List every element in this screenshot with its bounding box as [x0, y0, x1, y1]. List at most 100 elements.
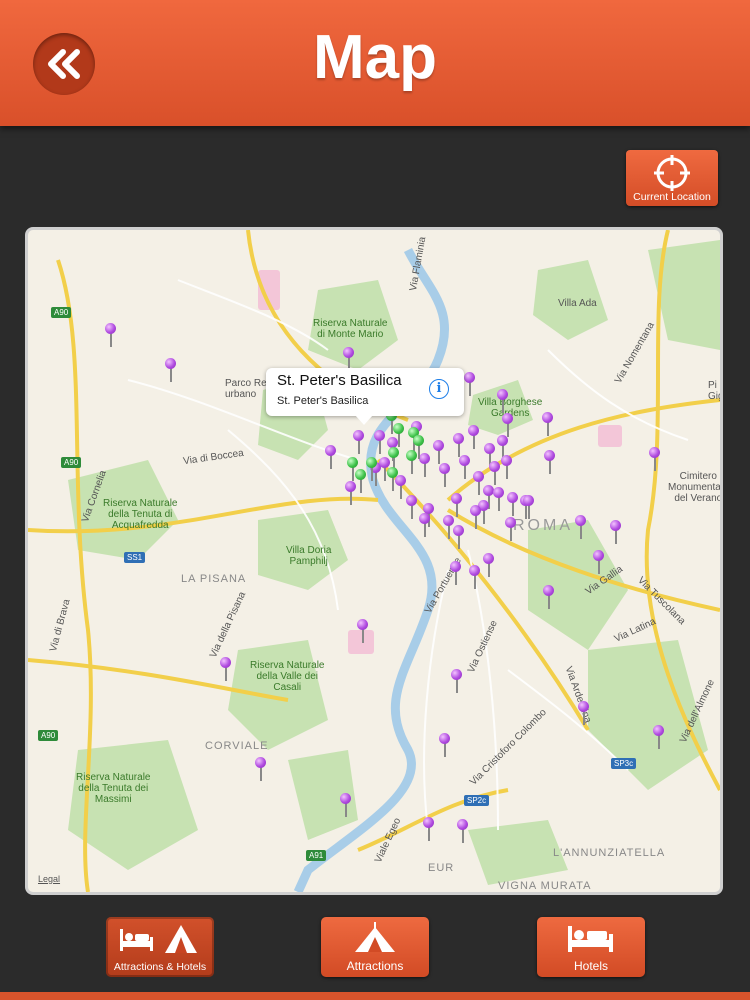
- attraction-pin[interactable]: [523, 495, 534, 521]
- pin-stem: [502, 399, 504, 413]
- attraction-pin[interactable]: [470, 505, 481, 531]
- tab-attractions-hotels[interactable]: Attractions & Hotels: [106, 917, 214, 977]
- attraction-pin[interactable]: [255, 757, 266, 783]
- current-location-button[interactable]: Current Location: [626, 150, 718, 206]
- header-bar: Map: [0, 0, 750, 126]
- attraction-pin[interactable]: [578, 701, 589, 727]
- current-location-label: Current Location: [633, 191, 711, 203]
- map-label: L'ANNUNZIATELLA: [553, 847, 666, 859]
- map-frame: Via Flaminia Villa Ada Riserva Naturale …: [25, 227, 723, 895]
- attraction-pin[interactable]: [443, 515, 454, 541]
- attraction-pin[interactable]: [423, 817, 434, 843]
- map-view[interactable]: Via Flaminia Villa Ada Riserva Naturale …: [28, 230, 720, 892]
- pin-head: [489, 461, 500, 472]
- pin-head: [502, 413, 513, 424]
- hotel-pin[interactable]: [393, 423, 404, 449]
- tab-label: Hotels: [573, 959, 608, 973]
- attraction-pin[interactable]: [451, 669, 462, 695]
- pin-stem: [462, 829, 464, 843]
- bottom-accent-bar: [0, 992, 750, 1000]
- pin-head: [497, 389, 508, 400]
- attraction-pin[interactable]: [464, 372, 475, 398]
- pin-stem: [379, 440, 381, 454]
- attraction-pin[interactable]: [419, 513, 430, 539]
- road-shield: SP2c: [464, 795, 490, 806]
- tab-hotels[interactable]: Hotels: [537, 917, 645, 977]
- attraction-pin[interactable]: [450, 561, 461, 587]
- pin-head: [355, 469, 366, 480]
- attraction-pin[interactable]: [165, 358, 176, 384]
- hotel-pin[interactable]: [366, 457, 377, 483]
- attraction-pin[interactable]: [493, 487, 504, 513]
- pin-stem: [654, 457, 656, 471]
- pin-stem: [360, 479, 362, 493]
- pin-stem: [362, 629, 364, 643]
- attraction-pin[interactable]: [544, 450, 555, 476]
- pin-stem: [424, 523, 426, 537]
- road-shield: SS1: [124, 552, 146, 563]
- hotel-pin[interactable]: [355, 469, 366, 495]
- attraction-pin[interactable]: [469, 565, 480, 591]
- pin-stem: [615, 530, 617, 544]
- attraction-pin[interactable]: [439, 463, 450, 489]
- tent-icon: [355, 922, 395, 952]
- attraction-pin[interactable]: [357, 619, 368, 645]
- attraction-pin[interactable]: [507, 492, 518, 518]
- hotel-pin[interactable]: [413, 435, 424, 461]
- map-label: Parco Re urbano: [225, 378, 267, 400]
- pin-head: [501, 455, 512, 466]
- info-icon[interactable]: i: [429, 379, 449, 399]
- attraction-pin[interactable]: [575, 515, 586, 541]
- pin-stem: [400, 485, 402, 499]
- attraction-pin[interactable]: [325, 445, 336, 471]
- attraction-pin[interactable]: [453, 525, 464, 551]
- legal-link[interactable]: Legal: [38, 874, 60, 884]
- pin-stem: [428, 827, 430, 841]
- attraction-pin[interactable]: [459, 455, 470, 481]
- pin-stem: [384, 467, 386, 481]
- pin-head: [593, 550, 604, 561]
- bed-icon: [568, 926, 613, 952]
- attraction-pin[interactable]: [610, 520, 621, 546]
- attraction-pin[interactable]: [105, 323, 116, 349]
- pin-stem: [358, 440, 360, 454]
- road-shield: A90: [61, 457, 82, 468]
- attraction-pin[interactable]: [653, 725, 664, 751]
- map-label: Riserva Naturale di Monte Mario: [313, 318, 388, 340]
- map-label: Villa Ada: [558, 298, 597, 309]
- attraction-pin[interactable]: [473, 471, 484, 497]
- map-label: Villa Doria Pamphilj: [286, 545, 332, 567]
- pin-stem: [583, 711, 585, 725]
- pin-head: [505, 517, 516, 528]
- tab-attractions[interactable]: Attractions: [321, 917, 429, 977]
- attraction-pin[interactable]: [489, 461, 500, 487]
- pin-head: [439, 463, 450, 474]
- attraction-pin[interactable]: [501, 455, 512, 481]
- attraction-pin[interactable]: [345, 481, 356, 507]
- attraction-pin[interactable]: [505, 517, 516, 543]
- map-label: Cimitero Monumentale del Verano: [668, 471, 720, 504]
- attraction-pin[interactable]: [353, 430, 364, 456]
- pin-stem: [456, 503, 458, 517]
- attraction-pin[interactable]: [220, 657, 231, 683]
- callout-subtitle: St. Peter's Basilica: [277, 395, 369, 407]
- attraction-pin[interactable]: [457, 819, 468, 845]
- attraction-pin[interactable]: [439, 733, 450, 759]
- pin-stem: [494, 471, 496, 485]
- pin-stem: [464, 465, 466, 479]
- hotel-pin[interactable]: [387, 467, 398, 493]
- attraction-pin[interactable]: [542, 412, 553, 438]
- attraction-pin[interactable]: [340, 793, 351, 819]
- attraction-pin[interactable]: [483, 553, 494, 579]
- attraction-pin[interactable]: [406, 495, 417, 521]
- attraction-pin[interactable]: [649, 447, 660, 473]
- map-callout[interactable]: St. Peter's Basilica St. Peter's Basilic…: [266, 368, 464, 425]
- pin-head: [507, 492, 518, 503]
- attraction-pin[interactable]: [497, 389, 508, 415]
- attraction-pin[interactable]: [374, 430, 385, 456]
- attraction-pin[interactable]: [543, 585, 554, 611]
- pin-stem: [498, 497, 500, 511]
- pin-stem: [438, 450, 440, 464]
- attraction-pin[interactable]: [468, 425, 479, 451]
- attraction-pin[interactable]: [593, 550, 604, 576]
